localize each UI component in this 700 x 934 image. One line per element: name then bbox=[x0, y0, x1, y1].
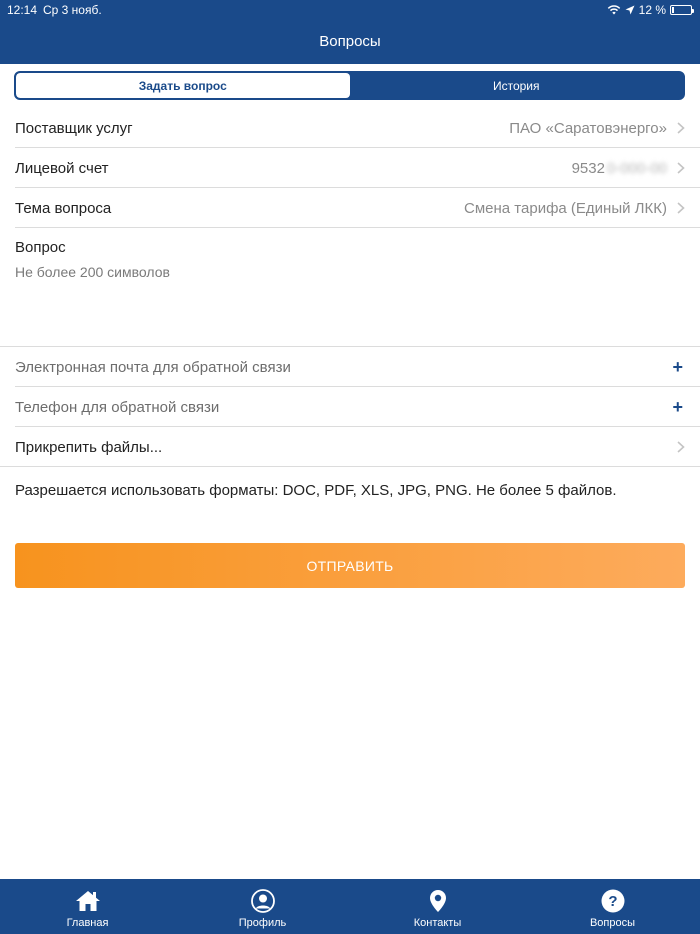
tabbar-item-profile[interactable]: Профиль bbox=[175, 879, 350, 934]
question-label: Вопрос bbox=[15, 239, 66, 256]
provider-row[interactable]: Поставщик услуг ПАО «Саратовэнерго» bbox=[0, 108, 700, 148]
status-time: 12:14 bbox=[7, 3, 38, 17]
account-number-visible: 9532 bbox=[571, 159, 605, 177]
account-value: 9532 0-000-00 bbox=[572, 160, 667, 177]
tabbar-item-contacts[interactable]: Контакты bbox=[350, 879, 525, 934]
provider-value: ПАО «Саратовэнерго» bbox=[509, 119, 667, 137]
profile-icon bbox=[250, 889, 275, 913]
tabbar-label-contacts: Контакты bbox=[413, 917, 462, 929]
provider-label: Поставщик услуг bbox=[15, 119, 133, 137]
home-icon bbox=[75, 889, 101, 913]
divider bbox=[15, 227, 700, 228]
bottom-tab-bar: Главная Профиль Контакты ? Вопросы bbox=[0, 879, 700, 934]
segmented-control: Задать вопрос История bbox=[14, 71, 685, 100]
topic-row[interactable]: Тема вопроса Смена тарифа (Единый ЛКК) bbox=[0, 188, 700, 228]
add-email-plus-icon[interactable]: + bbox=[672, 357, 683, 378]
attach-files-label: Прикрепить файлы... bbox=[15, 438, 163, 456]
topic-value: Смена тарифа (Единый ЛКК) bbox=[464, 199, 667, 217]
submit-button[interactable]: ОТПРАВИТЬ bbox=[15, 543, 685, 588]
question-icon: ? bbox=[601, 889, 625, 913]
svg-text:?: ? bbox=[608, 893, 617, 910]
chevron-right-icon bbox=[677, 441, 685, 453]
phone-label: Телефон для обратной связи bbox=[15, 398, 220, 416]
tab-history[interactable]: История bbox=[350, 73, 684, 98]
account-label: Лицевой счет bbox=[15, 159, 109, 177]
location-arrow-icon bbox=[625, 5, 635, 15]
tab-ask-question[interactable]: Задать вопрос bbox=[16, 73, 350, 98]
location-pin-icon bbox=[429, 889, 447, 913]
attach-files-row[interactable]: Прикрепить файлы... bbox=[0, 427, 700, 467]
tabbar-item-questions[interactable]: ? Вопросы bbox=[525, 879, 700, 934]
email-row[interactable]: Электронная почта для обратной связи + bbox=[0, 347, 700, 387]
question-input[interactable] bbox=[15, 264, 685, 334]
tabbar-label-home: Главная bbox=[66, 917, 109, 929]
wifi-icon bbox=[607, 5, 621, 15]
battery-percent: 12 % bbox=[638, 3, 666, 17]
status-date: Ср 3 нояб. bbox=[43, 3, 102, 17]
phone-row[interactable]: Телефон для обратной связи + bbox=[0, 387, 700, 427]
add-phone-plus-icon[interactable]: + bbox=[672, 397, 683, 418]
tabbar-item-home[interactable]: Главная bbox=[0, 879, 175, 934]
divider bbox=[0, 466, 700, 467]
status-bar: 12:14 Ср 3 нояб. 12 % bbox=[0, 0, 700, 20]
chevron-right-icon bbox=[677, 162, 685, 174]
tabbar-label-questions: Вопросы bbox=[589, 917, 636, 929]
battery-icon bbox=[670, 5, 694, 15]
account-row[interactable]: Лицевой счет 9532 0-000-00 bbox=[0, 148, 700, 188]
app-header: 12:14 Ср 3 нояб. 12 % Вопросы bbox=[0, 0, 700, 64]
page-title: Вопросы bbox=[319, 33, 381, 50]
status-right: 12 % bbox=[607, 3, 694, 17]
formats-note: Разрешается использовать форматы: DOC, P… bbox=[15, 482, 617, 499]
account-number-hidden: 0-000-00 bbox=[606, 159, 667, 177]
chevron-right-icon bbox=[677, 122, 685, 134]
email-label: Электронная почта для обратной связи bbox=[15, 358, 291, 376]
chevron-right-icon bbox=[677, 202, 685, 214]
tabbar-label-profile: Профиль bbox=[238, 917, 287, 929]
topic-label: Тема вопроса bbox=[15, 199, 112, 217]
